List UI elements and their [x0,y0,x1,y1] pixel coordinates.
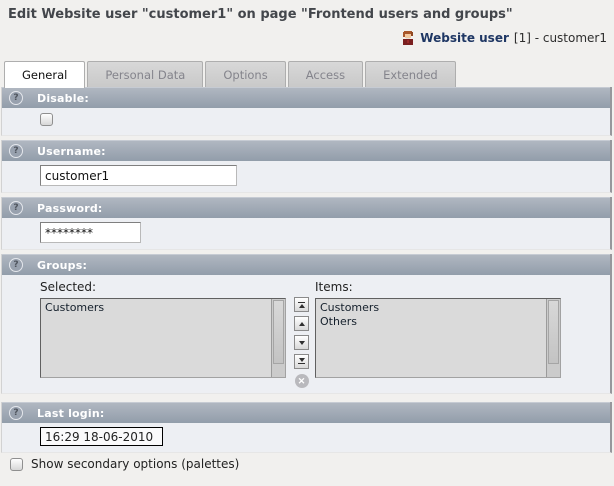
move-to-bottom-icon [298,363,305,364]
section-last-login: ? Last login: [1,402,612,453]
section-groups-header: ? Groups: [2,254,610,275]
password-input[interactable] [40,222,141,243]
move-up-icon [299,322,305,326]
groups-field-label: Groups: [37,259,87,272]
show-secondary-options-checkbox[interactable] [10,458,23,471]
section-disable-header: ? Disable: [2,87,610,108]
show-secondary-options-label: Show secondary options (palettes) [31,457,239,471]
section-password: ? Password: [1,197,612,250]
list-control-buttons: ✕ [294,297,309,388]
move-to-top-button[interactable] [294,297,309,312]
move-to-bottom-button[interactable] [294,354,309,369]
items-listbox[interactable]: Customers Others [315,298,561,378]
help-icon[interactable]: ? [9,201,23,215]
tab-access[interactable]: Access [288,61,363,87]
selected-listbox[interactable]: Customers [40,298,286,378]
tab-bar: General Personal Data Options Access Ext… [4,61,458,88]
website-user-icon[interactable] [401,31,415,45]
section-groups: ? Groups: Selected: Items: Customers [1,254,612,394]
list-item[interactable]: Customers [320,301,542,315]
section-last-login-header: ? Last login: [2,402,610,423]
disable-field-label: Disable: [37,92,89,105]
items-column-label: Items: [315,280,353,294]
list-item[interactable]: Others [320,315,542,329]
move-down-button[interactable] [294,335,309,350]
last-login-field-label: Last login: [37,407,104,420]
scrollbar-thumb[interactable] [548,300,559,364]
move-down-icon [299,341,305,345]
list-item[interactable]: Customers [45,301,267,315]
record-id-title: [1] - customer1 [514,31,607,45]
last-login-input[interactable] [40,427,163,446]
section-disable: ? Disable: [1,87,612,136]
scrollbar[interactable] [271,299,285,377]
help-icon[interactable]: ? [9,258,23,272]
remove-item-button[interactable]: ✕ [295,374,309,388]
disable-checkbox[interactable] [40,113,53,126]
last-login-field-body [2,423,610,452]
section-username-header: ? Username: [2,140,610,161]
help-icon[interactable]: ? [9,144,23,158]
selected-column-label: Selected: [40,280,96,294]
groups-field-body: Selected: Items: Customers [2,275,610,393]
scrollbar-thumb[interactable] [273,300,284,364]
form-sections: ? Disable: ? Username: ? Password: ? Gro… [0,87,614,457]
help-icon[interactable]: ? [9,406,23,420]
username-field-label: Username: [37,145,106,158]
tab-general[interactable]: General [4,61,85,88]
tab-options[interactable]: Options [205,61,285,87]
disable-field-body [2,108,610,135]
password-field-label: Password: [37,202,103,215]
scrollbar[interactable] [546,299,560,377]
tab-extended[interactable]: Extended [365,61,456,87]
section-username: ? Username: [1,140,612,193]
section-password-header: ? Password: [2,197,610,218]
record-header: Website user [1] - customer1 [401,31,607,45]
password-field-body [2,218,610,249]
username-field-body [2,161,610,192]
page-title: Edit Website user "customer1" on page "F… [0,0,614,22]
help-icon[interactable]: ? [9,91,23,105]
move-to-top-icon [298,302,305,303]
remove-icon: ✕ [298,375,306,388]
move-up-button[interactable] [294,316,309,331]
username-input[interactable] [40,165,237,186]
tab-personal-data[interactable]: Personal Data [87,61,203,87]
secondary-options-row: Show secondary options (palettes) [10,457,239,471]
record-type-label[interactable]: Website user [420,31,509,45]
